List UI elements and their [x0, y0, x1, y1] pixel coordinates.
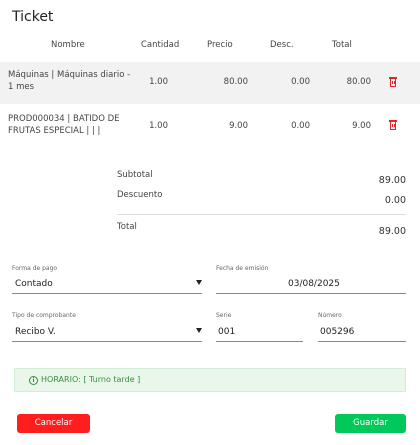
cancel-button[interactable]: Cancelar	[17, 414, 90, 433]
chevron-down-icon	[196, 328, 202, 333]
subtotal-label: Subtotal	[117, 170, 153, 180]
column-header-qty: Cantidad	[141, 40, 180, 50]
info-icon: i	[29, 376, 38, 385]
issue-date-label: Fecha de emisión	[216, 265, 269, 272]
series-label: Serie	[216, 312, 232, 319]
payment-value: Contado	[15, 279, 53, 289]
payment-select[interactable]: Contado	[12, 276, 202, 294]
alert-message: HORARIO: [ Turno tarde ]	[41, 375, 141, 384]
item-name: PROD000034 | BATIDO DE FRUTAS ESPECIAL |…	[8, 114, 120, 136]
number-label: Número	[318, 312, 342, 319]
item-price: 9.00	[229, 121, 248, 131]
save-button[interactable]: Guardar	[335, 414, 406, 433]
subtotal-value: 89.00	[378, 175, 406, 186]
number-input[interactable]: 005296	[318, 324, 406, 342]
table-row: PROD000034 | BATIDO DE FRUTAS ESPECIAL |…	[0, 106, 420, 148]
column-header-total: Total	[332, 40, 352, 50]
item-price: 80.00	[223, 77, 248, 87]
number-value: 005296	[320, 327, 355, 337]
series-value: 001	[218, 327, 236, 337]
issue-date-input[interactable]: 03/08/2025	[216, 276, 406, 294]
voucher-type-select[interactable]: Recibo V.	[12, 324, 202, 342]
total-label: Total	[117, 222, 137, 232]
trash-icon[interactable]	[389, 120, 397, 130]
item-total: 9.00	[352, 121, 371, 131]
item-qty: 1.00	[149, 77, 168, 87]
payment-label: Forma de pago	[12, 265, 58, 272]
column-header-name: Nombre	[51, 40, 85, 50]
voucher-type-label: Tipo de comprobante	[12, 312, 76, 319]
item-total: 80.00	[346, 77, 371, 87]
table-header: Nombre Cantidad Precio Desc. Total	[0, 40, 420, 54]
trash-icon[interactable]	[389, 77, 397, 87]
issue-date-value: 03/08/2025	[288, 279, 340, 289]
item-qty: 1.00	[149, 121, 168, 131]
item-name: Máquinas | Máquinas diario - 1 mes	[8, 70, 131, 92]
series-input[interactable]: 001	[216, 324, 303, 342]
voucher-type-value: Recibo V.	[15, 327, 56, 337]
page-title: Ticket	[12, 9, 54, 25]
column-header-disc: Desc.	[270, 40, 294, 50]
table-row: Máquinas | Máquinas diario - 1 mes 1.00 …	[0, 62, 420, 104]
divider	[117, 214, 406, 215]
item-discount: 0.00	[291, 77, 310, 87]
total-value: 89.00	[378, 226, 406, 237]
discount-value: 0.00	[384, 195, 406, 206]
discount-label: Descuento	[117, 190, 163, 200]
item-discount: 0.00	[291, 121, 310, 131]
chevron-down-icon	[196, 280, 202, 285]
column-header-price: Precio	[207, 40, 233, 50]
schedule-alert: i HORARIO: [ Turno tarde ]	[14, 368, 406, 392]
